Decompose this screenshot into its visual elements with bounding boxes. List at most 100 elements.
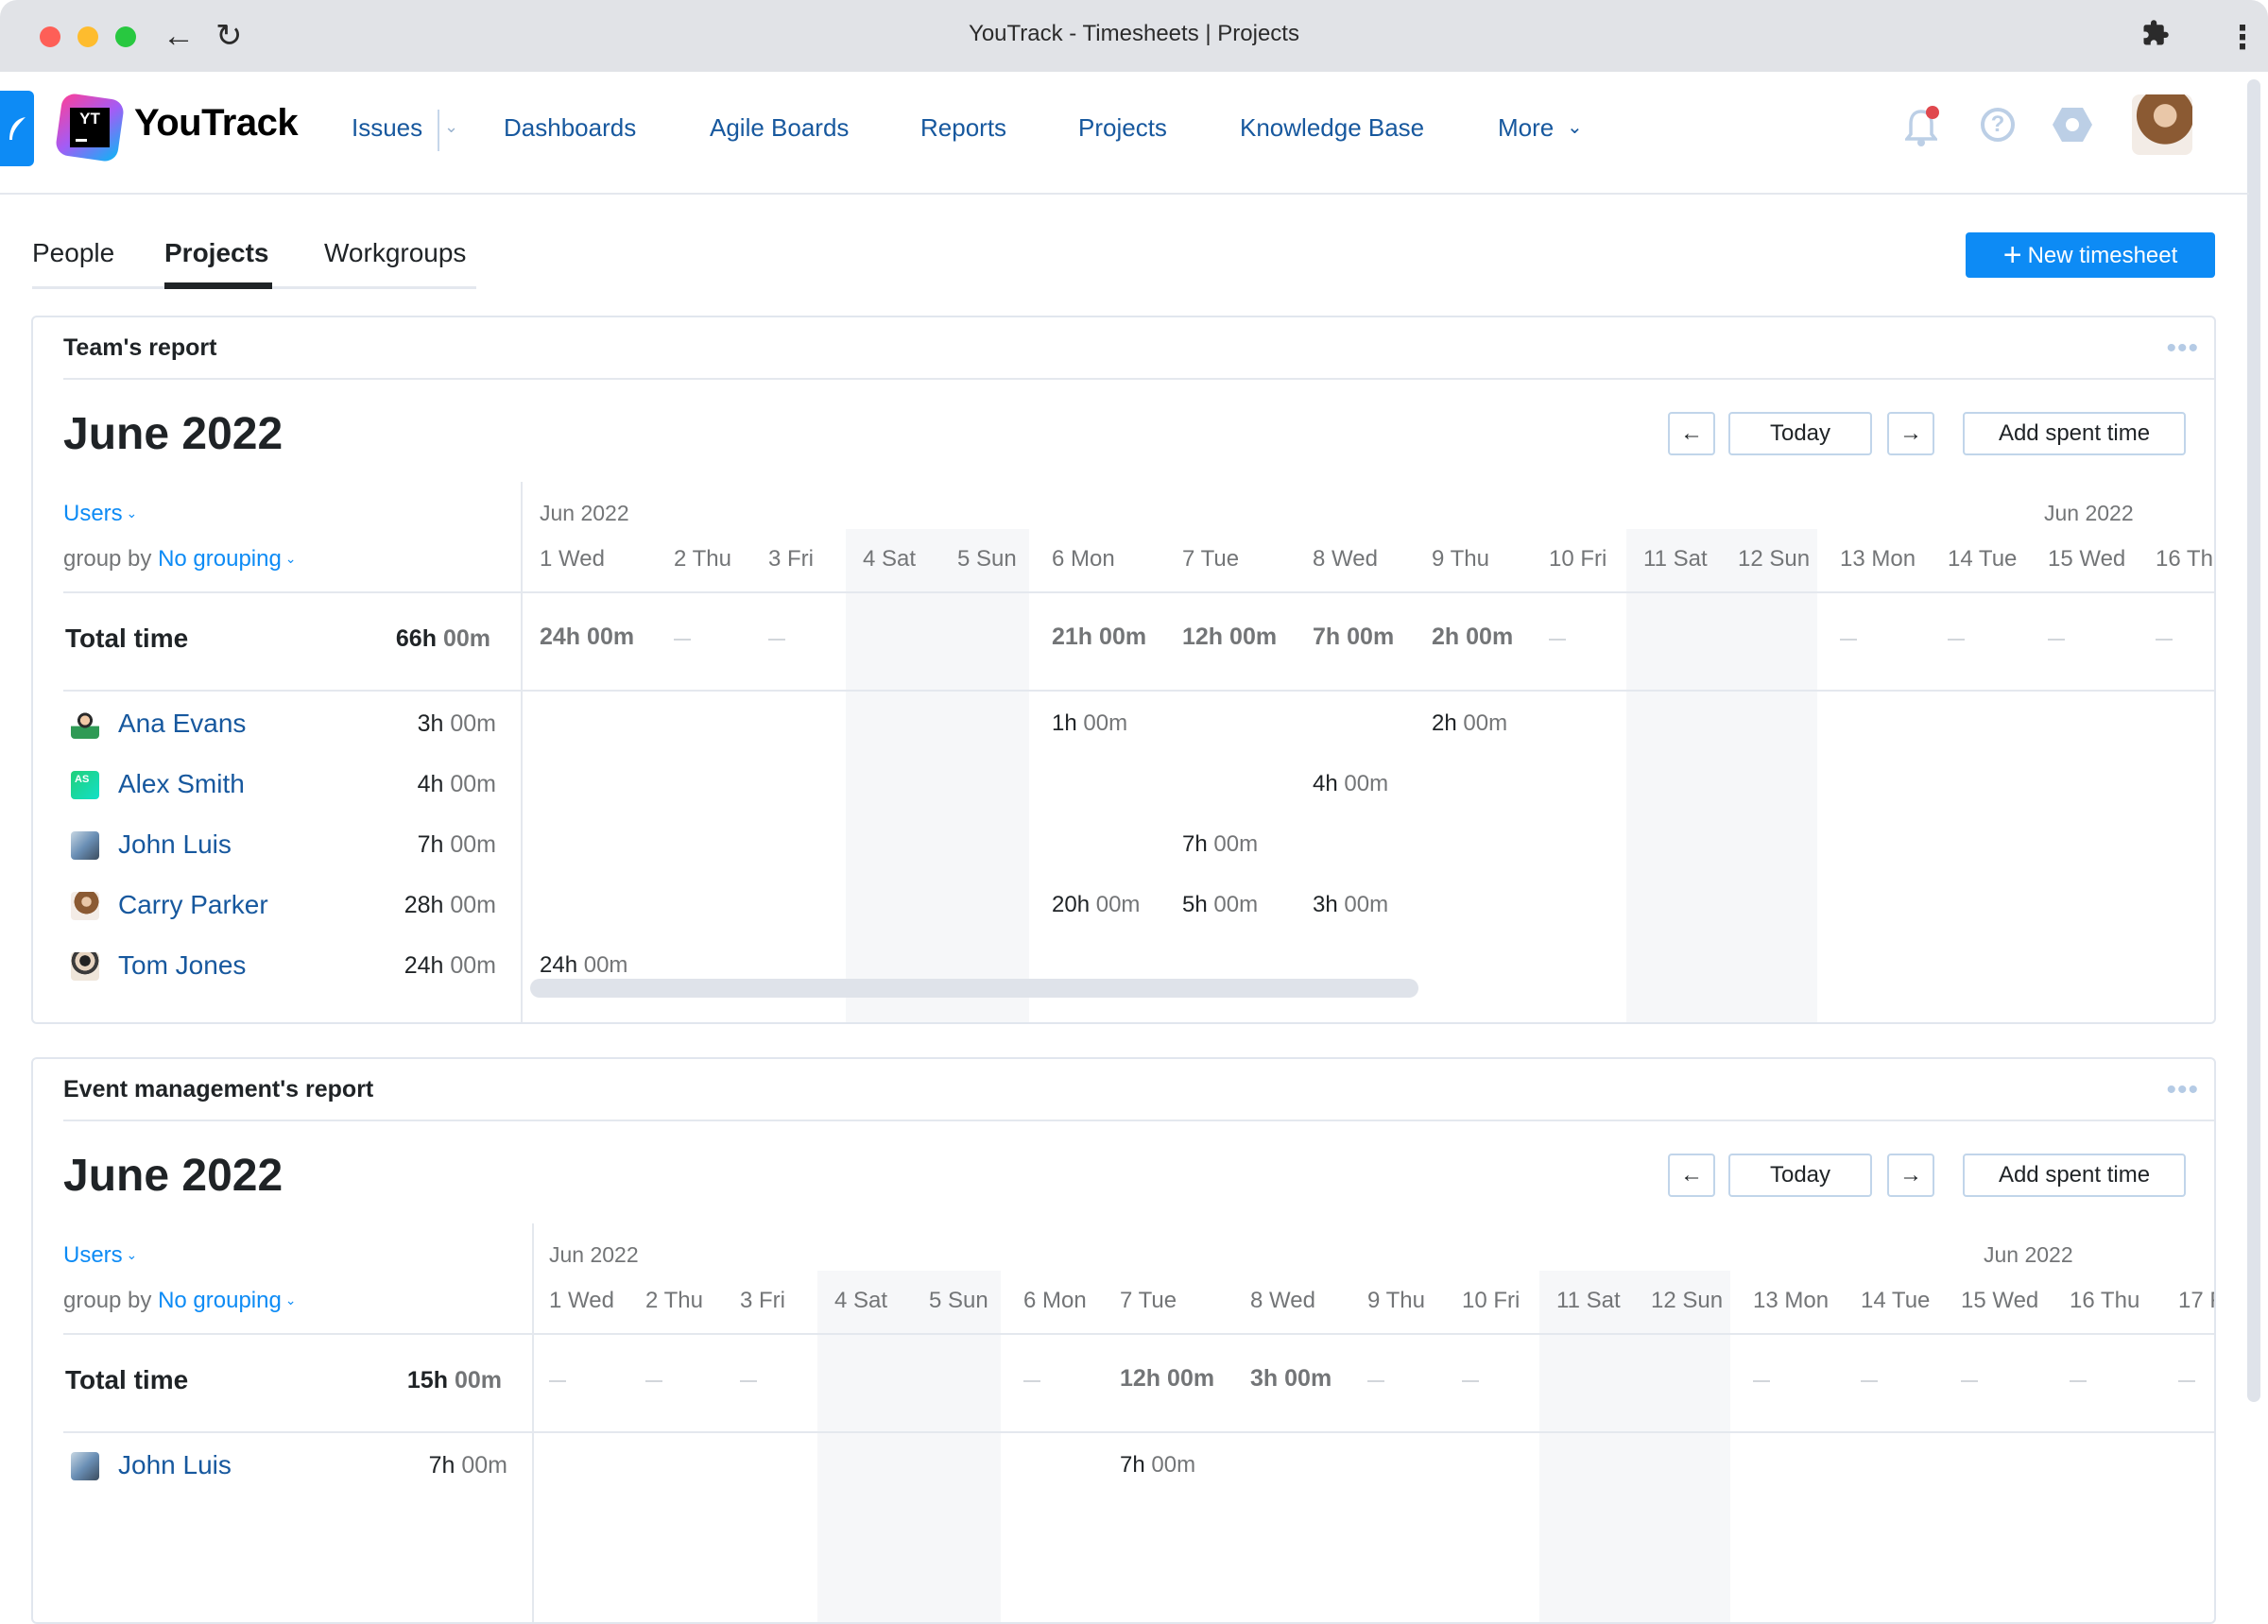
day-header: 4 Sat <box>834 1288 888 1313</box>
day-total: 3h 00m <box>1250 1365 1332 1393</box>
help-icon[interactable]: ? <box>1981 108 2015 142</box>
group-by-label: group by <box>63 546 152 572</box>
weekend-column <box>1626 529 1817 1022</box>
minutes-value: 00m <box>1344 892 1389 917</box>
hours-value: 28h <box>404 892 444 918</box>
time-entry-cell[interactable]: 3h 00m <box>1313 892 1388 918</box>
hours-value: 7h <box>1182 831 1208 857</box>
today-button[interactable]: Today <box>1728 1154 1872 1197</box>
timesheet-tabs: People Projects Workgroups <box>32 238 476 289</box>
users-dropdown[interactable]: Users ⌄ <box>63 1242 137 1269</box>
user-avatar[interactable] <box>2132 94 2192 155</box>
user-name-link[interactable]: Ana Evans <box>118 709 246 739</box>
today-button[interactable]: Today <box>1728 412 1872 455</box>
day-header: 16 Thu <box>2070 1288 2140 1313</box>
browser-menu-icon[interactable]: ⋮ <box>2226 19 2259 57</box>
previous-month-button[interactable]: ← <box>1668 1154 1715 1197</box>
time-entry-cell[interactable]: 5h 00m <box>1182 892 1258 918</box>
empty-day-dash <box>2178 1380 2195 1382</box>
report-title: Event management's report <box>63 1076 374 1103</box>
user-name-link[interactable]: Carry Parker <box>118 890 268 920</box>
nav-issues[interactable]: Issues <box>352 113 422 143</box>
minutes-value: 00m <box>1099 624 1147 650</box>
day-header: 10 Fri <box>1462 1288 1521 1313</box>
minutes-value: 00m <box>1213 892 1259 917</box>
next-month-button[interactable]: → <box>1887 412 1934 455</box>
extensions-puzzle-icon[interactable] <box>2141 19 2170 55</box>
minutes-value: 00m <box>450 952 496 979</box>
page-scrollbar[interactable] <box>2247 79 2260 1402</box>
time-entry-cell[interactable]: 1h 00m <box>1052 710 1127 737</box>
day-header: 14 Tue <box>1948 546 2018 572</box>
time-entry-cell[interactable]: 7h 00m <box>1120 1452 1195 1479</box>
month-marker: Jun 2022 <box>1984 1242 2073 1267</box>
nav-projects[interactable]: Projects <box>1078 113 1167 143</box>
day-header: 7 Tue <box>1182 546 1240 572</box>
group-by-dropdown[interactable]: No grouping ⌄ <box>158 546 296 572</box>
hours-value: 21h <box>1052 624 1093 650</box>
empty-day-dash <box>2048 639 2065 641</box>
minutes-value: 00m <box>442 625 490 652</box>
total-divider <box>63 1431 532 1433</box>
day-header: 14 Tue <box>1861 1288 1931 1313</box>
more-chevron-down-icon[interactable]: ⌄ <box>1567 115 1583 139</box>
weekend-column <box>817 1271 1001 1622</box>
brand-name[interactable]: YouTrack <box>134 102 299 145</box>
hours-value: 3h <box>1313 892 1338 917</box>
nav-reports[interactable]: Reports <box>920 113 1006 143</box>
hours-value: 1h <box>1052 710 1077 736</box>
add-spent-time-button[interactable]: Add spent time <box>1963 412 2186 455</box>
minutes-value: 00m <box>1347 624 1395 650</box>
nav-knowledge-base[interactable]: Knowledge Base <box>1240 113 1424 143</box>
user-name-link[interactable]: Alex Smith <box>118 769 245 799</box>
new-timesheet-button[interactable]: + New timesheet <box>1966 232 2215 278</box>
settings-gear-icon[interactable] <box>2053 108 2092 142</box>
browser-titlebar: ← ↻ YouTrack - Timesheets | Projects ⋮ <box>0 0 2268 72</box>
day-header: 4 Sat <box>863 546 917 572</box>
hours-value: 3h <box>417 710 444 737</box>
user-avatar <box>71 1452 99 1480</box>
page: YT YouTrack Issues ⌄ Dashboards Agile Bo… <box>0 72 2268 1624</box>
nav-more[interactable]: More <box>1498 113 1554 143</box>
horizontal-scrollbar[interactable] <box>530 979 1418 998</box>
tab-people[interactable]: People <box>32 238 114 268</box>
user-name-link[interactable]: Tom Jones <box>118 950 246 981</box>
empty-day-dash <box>1840 639 1857 641</box>
group-by-value: No grouping <box>158 546 282 572</box>
previous-month-button[interactable]: ← <box>1668 412 1715 455</box>
time-entry-cell[interactable]: 4h 00m <box>1313 771 1388 797</box>
minutes-value: 00m <box>1284 1365 1332 1392</box>
tab-workgroups[interactable]: Workgroups <box>324 238 466 268</box>
hours-value: 12h <box>1120 1365 1161 1392</box>
time-entry-cell[interactable]: 20h 00m <box>1052 892 1140 918</box>
user-avatar <box>71 892 99 920</box>
time-entry-cell[interactable]: 7h 00m <box>1182 831 1258 858</box>
nav-dashboards[interactable]: Dashboards <box>504 113 636 143</box>
users-dropdown[interactable]: Users ⌄ <box>63 501 137 527</box>
users-dropdown-label: Users <box>63 501 123 526</box>
user-name-link[interactable]: John Luis <box>118 1450 232 1480</box>
more-options-icon[interactable]: ••• <box>2166 1074 2199 1106</box>
time-entry-cell[interactable]: 24h 00m <box>540 952 627 979</box>
youtrack-logo[interactable]: YT <box>54 92 126 163</box>
nav-separator <box>438 110 439 151</box>
minutes-value: 00m <box>1463 710 1508 736</box>
nav-agile-boards[interactable]: Agile Boards <box>710 113 849 143</box>
day-total: 2h 00m <box>1432 624 1513 651</box>
feather-icon[interactable] <box>0 91 34 166</box>
add-spent-time-button[interactable]: Add spent time <box>1963 1154 2186 1197</box>
issues-chevron-down-icon[interactable]: ⌄ <box>444 117 458 137</box>
tab-projects[interactable]: Projects <box>164 238 269 268</box>
next-month-button[interactable]: → <box>1887 1154 1934 1197</box>
total-time-value: 66h 00m <box>396 625 490 653</box>
group-by-control: group by No grouping ⌄ <box>63 1288 296 1314</box>
user-name-link[interactable]: John Luis <box>118 829 232 860</box>
time-entry-cell[interactable]: 2h 00m <box>1432 710 1507 737</box>
day-header: 1 Wed <box>540 546 605 572</box>
hours-value: 4h <box>417 771 444 797</box>
empty-day-dash <box>1861 1380 1878 1382</box>
group-by-dropdown[interactable]: No grouping ⌄ <box>158 1288 296 1313</box>
more-options-icon[interactable]: ••• <box>2166 333 2199 365</box>
card-title-divider <box>63 1120 2214 1121</box>
day-header: 1 Wed <box>549 1288 614 1313</box>
